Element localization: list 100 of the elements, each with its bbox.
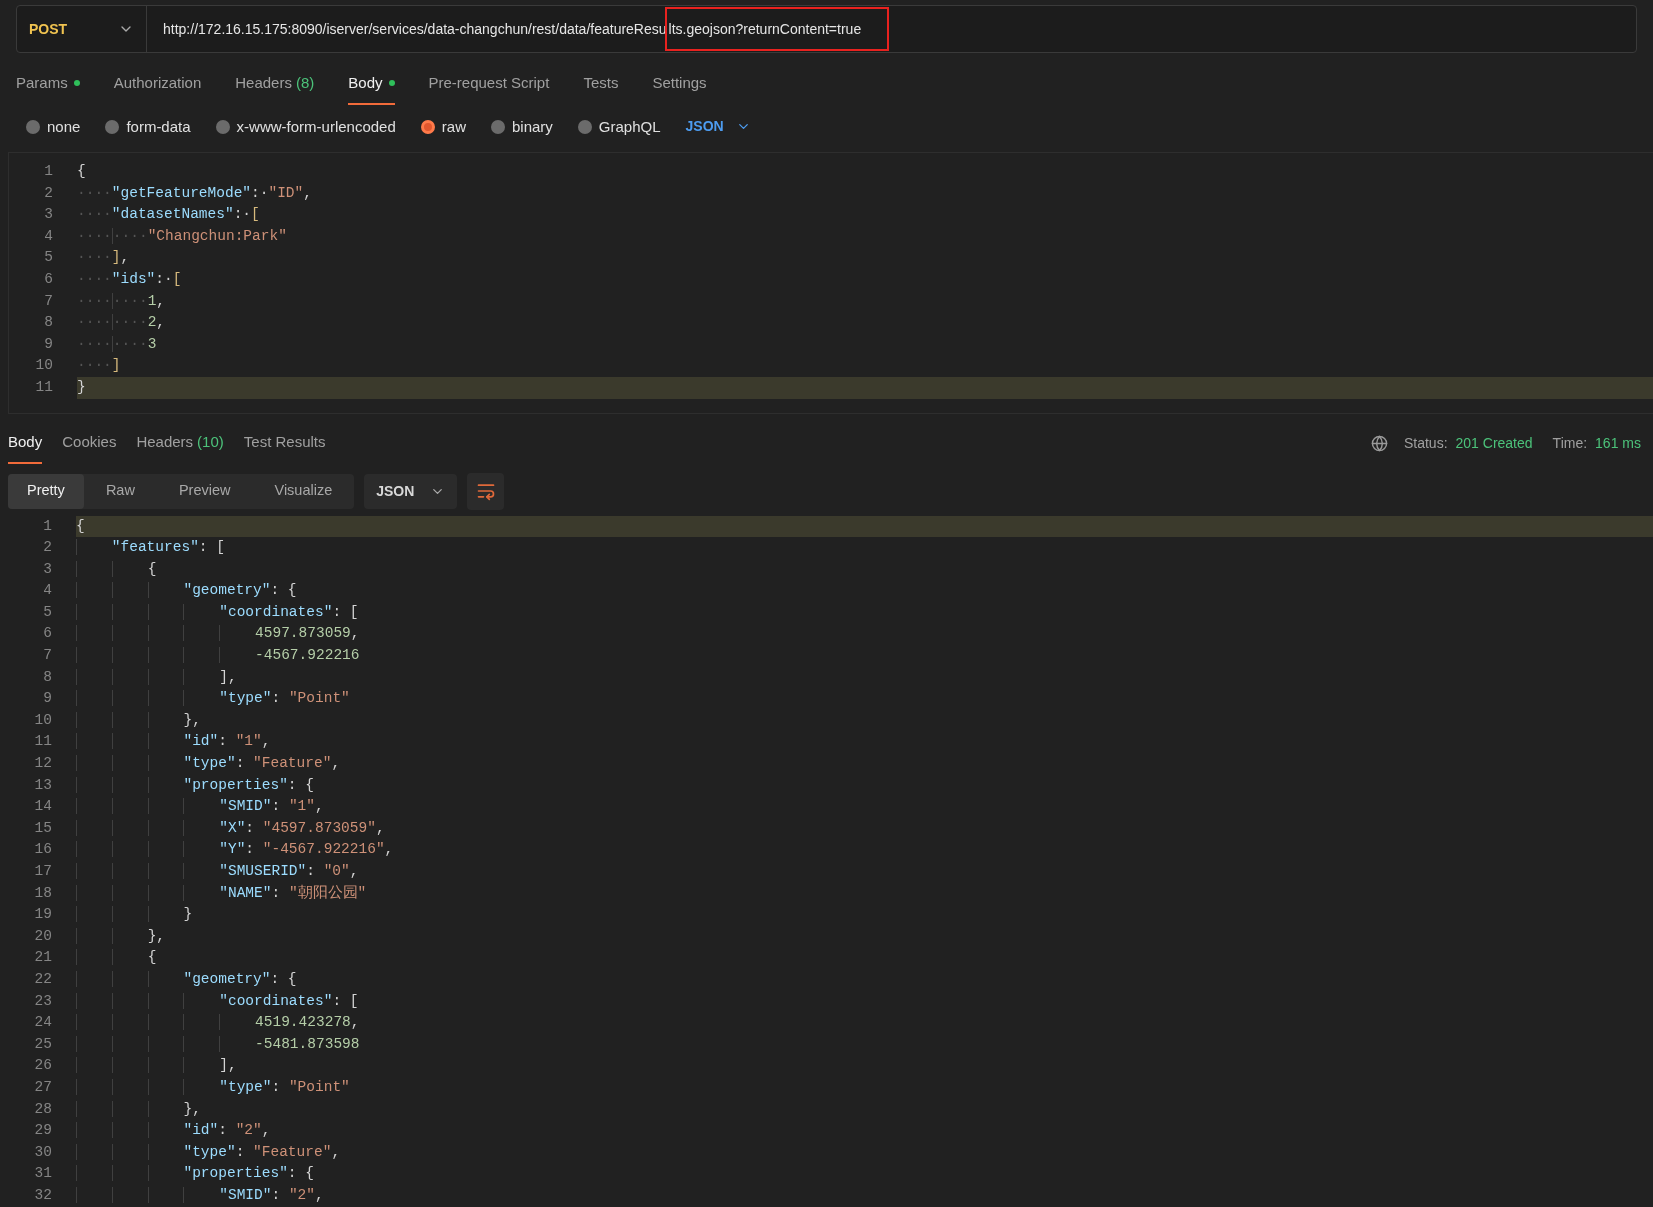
line-number: 2 xyxy=(42,538,52,558)
code-line: ], xyxy=(76,1057,237,1074)
code-line: "features": [ xyxy=(76,539,225,556)
code-line: { xyxy=(77,163,86,179)
code-line: }, xyxy=(76,711,201,728)
code-line: "properties": { xyxy=(76,1165,314,1182)
request-tab[interactable]: Body xyxy=(348,72,395,105)
time-label: Time: xyxy=(1552,433,1588,453)
line-number: 17 xyxy=(33,862,52,881)
line-number: 9 xyxy=(43,334,53,354)
line-number: 14 xyxy=(33,797,52,817)
line-number: 7 xyxy=(43,291,53,311)
line-number: 19 xyxy=(33,905,52,925)
line-number: 3 xyxy=(43,205,53,225)
code-line: "geometry": { xyxy=(76,582,297,599)
code-line: "id": "2", xyxy=(76,1122,271,1139)
language-dropdown[interactable]: JSON xyxy=(685,116,751,138)
line-number: 21 xyxy=(33,948,52,968)
code-line: "SMID": "2", xyxy=(76,1186,324,1203)
line-number: 3 xyxy=(42,559,52,579)
view-mode-tab[interactable]: Raw xyxy=(83,473,157,509)
line-number: 1 xyxy=(43,162,53,181)
line-number: 4 xyxy=(43,226,53,246)
code-line: "type": "Point" xyxy=(76,690,350,707)
response-tab[interactable]: Cookies xyxy=(62,431,117,464)
code-line: 4597.873059, xyxy=(76,625,360,642)
line-number: 15 xyxy=(33,818,52,838)
code-line: 4519.423278, xyxy=(76,1014,360,1031)
body-type-radio[interactable]: binary xyxy=(490,115,553,138)
time-value: 161 ms xyxy=(1595,433,1641,453)
line-number: 18 xyxy=(33,883,52,903)
body-type-radio[interactable]: raw xyxy=(420,115,466,138)
line-number: 10 xyxy=(33,710,52,730)
format-dropdown[interactable]: JSON xyxy=(364,473,458,509)
code-line: "geometry": { xyxy=(76,970,297,987)
line-number: 24 xyxy=(33,1013,52,1033)
code-line: "NAME": "朝阳公园" xyxy=(76,884,367,901)
method-dropdown[interactable]: POST xyxy=(17,6,147,52)
body-type-radio[interactable]: x-www-form-urlencoded xyxy=(215,115,396,138)
url-text[interactable]: http://172.16.15.175:8090/iserver/services/data-changchun/rest/data/featureResu lts.geojson?returnContent=true xyxy=(163,5,894,53)
line-number: 11 xyxy=(34,377,53,397)
code-line: ····], xyxy=(77,249,130,266)
line-number: 9 xyxy=(42,689,52,709)
line-number: 25 xyxy=(33,1034,52,1054)
wrap-lines-button[interactable] xyxy=(467,472,505,510)
request-tab[interactable]: Tests xyxy=(583,72,619,105)
line-number: 29 xyxy=(33,1121,52,1141)
line-number: 1 xyxy=(42,516,52,536)
code-line: { xyxy=(76,560,157,577)
code-line: } xyxy=(77,378,86,395)
line-number: 30 xyxy=(33,1142,52,1162)
line-number: 2 xyxy=(43,183,53,203)
line-number: 11 xyxy=(33,732,52,752)
line-number: 28 xyxy=(33,1099,52,1119)
line-number: 23 xyxy=(33,991,52,1011)
line-number: 16 xyxy=(33,840,52,860)
request-tab[interactable]: Headers (8) xyxy=(235,72,315,105)
body-type-radio[interactable]: GraphQL xyxy=(577,115,661,138)
view-mode-tab[interactable]: Preview xyxy=(156,473,253,509)
code-line: "properties": { xyxy=(76,776,314,793)
code-line: "SMUSERID": "0", xyxy=(76,863,359,879)
code-line: { xyxy=(76,517,85,534)
code-line: "type": "Feature", xyxy=(76,755,341,772)
line-number: 7 xyxy=(42,646,52,666)
line-number: 10 xyxy=(34,356,53,376)
body-type-radio[interactable]: none xyxy=(26,115,81,138)
line-number: 6 xyxy=(42,624,52,644)
code-line: ····"datasetNames":·[ xyxy=(77,206,260,223)
code-line: "type": "Point" xyxy=(76,1078,350,1095)
request-tab[interactable]: Params xyxy=(16,72,80,105)
code-line: "SMID": "1", xyxy=(76,798,324,815)
line-number: 32 xyxy=(33,1185,52,1205)
line-number: 13 xyxy=(33,775,52,795)
line-number: 26 xyxy=(33,1056,52,1076)
code-line: ], xyxy=(76,668,237,685)
request-tab[interactable]: Authorization xyxy=(113,72,202,105)
code-line: "coordinates": [ xyxy=(76,603,359,620)
body-type-radio[interactable]: form-data xyxy=(105,115,191,138)
request-tab[interactable]: Settings xyxy=(652,72,707,105)
code-line: ········1, xyxy=(77,292,166,309)
response-tab[interactable]: Test Results xyxy=(243,431,326,464)
view-mode-tab[interactable]: Visualize xyxy=(252,473,355,509)
response-tab[interactable]: Headers (10) xyxy=(136,431,224,464)
code-line: ········"Changchun:Park" xyxy=(77,227,287,244)
line-number: 12 xyxy=(33,754,52,774)
view-mode-tab[interactable]: Pretty xyxy=(8,473,84,509)
code-line: ········3 xyxy=(77,335,157,352)
globe-icon[interactable] xyxy=(1370,434,1388,452)
line-number: 22 xyxy=(33,969,52,989)
line-number: 4 xyxy=(42,581,52,601)
code-line: "coordinates": [ xyxy=(76,992,359,1009)
line-number: 20 xyxy=(33,926,52,946)
code-line: "X": "4597.873059", xyxy=(76,819,385,836)
request-tab[interactable]: Pre-request Script xyxy=(428,72,550,105)
status-value: 201 Created xyxy=(1455,433,1533,453)
response-tab[interactable]: Body xyxy=(8,431,43,464)
code-line: } xyxy=(76,906,193,923)
code-line: { xyxy=(76,949,157,966)
code-line: }, xyxy=(76,927,166,944)
code-line: }, xyxy=(76,1100,201,1117)
